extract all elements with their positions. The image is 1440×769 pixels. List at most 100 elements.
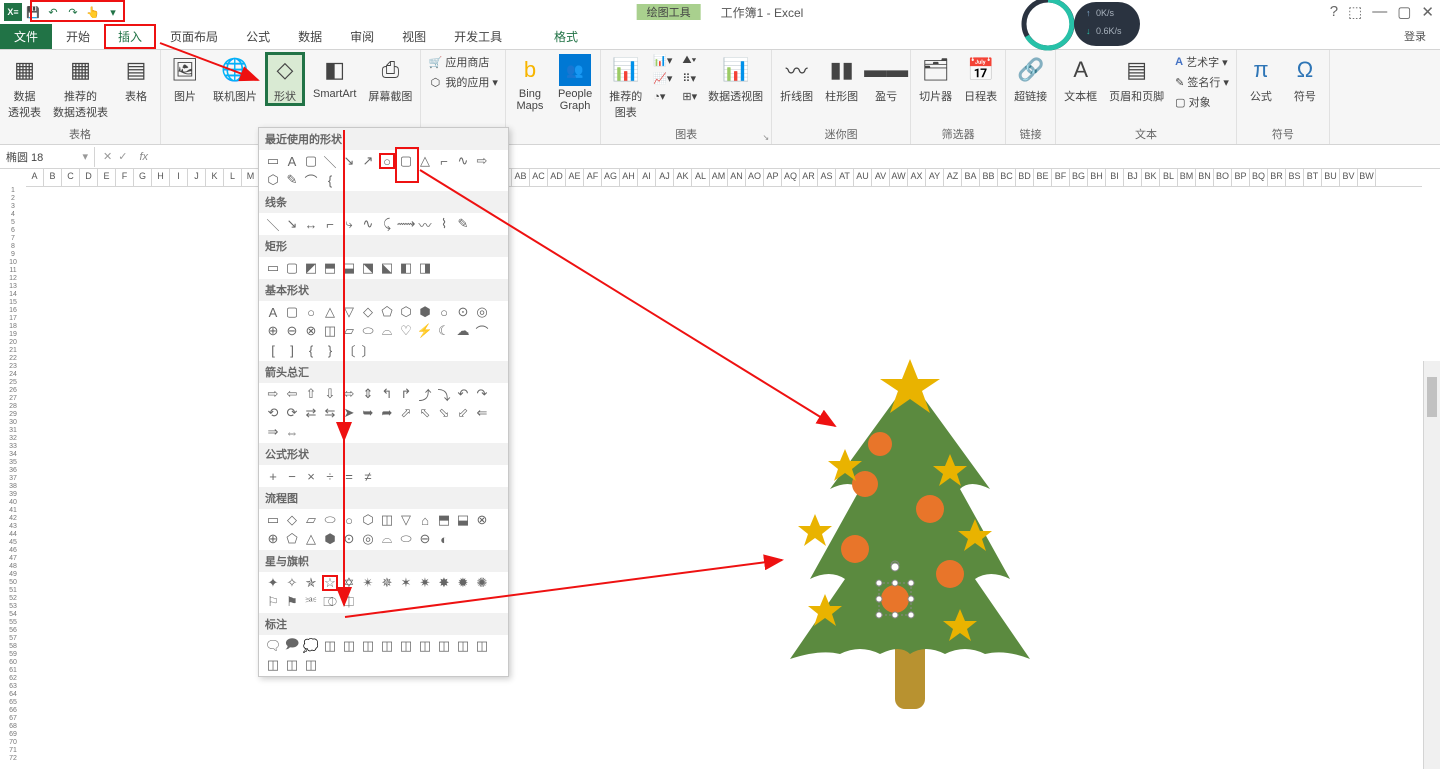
pivottable-button[interactable]: ▦数据 透视表 [4, 52, 45, 122]
sparkline-line-button[interactable]: 〰折线图 [776, 52, 817, 106]
picture-button[interactable]: 🖼图片 [165, 52, 205, 106]
wordart-button[interactable]: A艺术字▾ [1172, 52, 1232, 72]
shape-oval[interactable]: ○ [379, 153, 395, 169]
worksheet-area[interactable]: ABCDEFGHIJKLMNOPQRSTUVWXYZAAABACADAEAFAG… [0, 169, 1440, 769]
tab-developer[interactable]: 开发工具 [440, 24, 516, 49]
tree-ornament[interactable] [852, 471, 878, 497]
shape-textbox[interactable]: A [284, 153, 300, 169]
minimize-icon[interactable]: — [1372, 3, 1387, 21]
group-tables: ▦数据 透视表 ▦推荐的 数据透视表 ▤表格 表格 [0, 50, 161, 144]
tab-format[interactable]: 格式 [540, 24, 592, 49]
name-box[interactable]: 椭圆 18▾ [0, 147, 95, 167]
tab-review[interactable]: 审阅 [336, 24, 388, 49]
help-icon[interactable]: ? [1330, 3, 1338, 21]
signature-button[interactable]: ✎签名行▾ [1172, 72, 1232, 92]
formula-bar: 椭圆 18▾ ✕ ✓ fx [0, 145, 1440, 169]
column-headers[interactable]: ABCDEFGHIJKLMNOPQRSTUVWXYZAAABACADAEAFAG… [26, 169, 1422, 187]
redo-icon[interactable]: ↷ [64, 3, 82, 21]
login-link[interactable]: 登录 [1400, 24, 1430, 48]
row-headers[interactable]: 1234567891011121314151617181920212223242… [0, 187, 26, 763]
screenshot-button[interactable]: ⎙屏幕截图 [364, 52, 416, 106]
chart-pie-icon[interactable]: ◔▾ [650, 88, 675, 105]
quick-access-toolbar: X≡ 💾 ↶ ↷ 👆 ▾ [4, 3, 122, 21]
fx-icon[interactable]: fx [135, 151, 152, 163]
svg-text:↑: ↑ [1086, 8, 1091, 18]
online-picture-button[interactable]: 🌐联机图片 [209, 52, 261, 106]
pivot-chart-button[interactable]: 📊数据透视图 [704, 52, 767, 106]
shape-curve[interactable]: ∿ [455, 153, 471, 169]
save-icon[interactable]: 💾 [24, 3, 42, 21]
shape-roundrect[interactable]: ▢ [303, 153, 319, 169]
shapes-button[interactable]: ◇形状 [265, 52, 305, 106]
group-sparklines: 〰折线图 ▮▮柱形图 ▬▬盈亏 迷你图 [772, 50, 911, 144]
people-graph-button[interactable]: 👥People Graph [554, 52, 596, 114]
shape-rect[interactable]: ▭ [265, 153, 281, 169]
header-footer-button[interactable]: ▤页眉和页脚 [1105, 52, 1168, 106]
excel-icon: X≡ [4, 3, 22, 21]
svg-text:0.6K/s: 0.6K/s [1096, 26, 1122, 36]
hyperlink-button[interactable]: 🔗超链接 [1010, 52, 1051, 106]
group-text: A文本框 ▤页眉和页脚 A艺术字▾ ✎签名行▾ ▢对象 文本 [1056, 50, 1237, 144]
table-button[interactable]: ▤表格 [116, 52, 156, 106]
ribbon-collapse-icon[interactable]: ⬚ [1348, 3, 1362, 21]
qat-dropdown-icon[interactable]: ▾ [104, 3, 122, 21]
tree-ornament[interactable] [916, 495, 944, 523]
svg-text:↓: ↓ [1086, 26, 1091, 36]
shape-star5[interactable]: ☆ [322, 575, 338, 591]
bing-maps-button[interactable]: bBing Maps [510, 52, 550, 114]
shape-bracket[interactable]: { [322, 172, 338, 188]
tree-ornament[interactable] [936, 560, 964, 588]
shape-arrow[interactable]: ↘ [341, 153, 357, 169]
shape-line2[interactable]: ↗ [360, 153, 376, 169]
undo-icon[interactable]: ↶ [44, 3, 62, 21]
close-icon[interactable]: ✕ [1421, 3, 1434, 21]
symbol-button[interactable]: Ω符号 [1285, 52, 1325, 106]
chart-bar-icon[interactable]: 📊▾ [650, 52, 675, 69]
rec-pivot-button[interactable]: ▦推荐的 数据透视表 [49, 52, 112, 122]
tree-ornament[interactable] [841, 535, 869, 563]
sparkline-winloss-button[interactable]: ▬▬盈亏 [866, 52, 906, 106]
rec-charts-button[interactable]: 📊推荐的 图表 [605, 52, 646, 122]
equation-button[interactable]: π公式 [1241, 52, 1281, 106]
vertical-scrollbar[interactable] [1423, 361, 1440, 769]
shape-line[interactable]: ＼ [322, 153, 338, 169]
chart-combo-icon[interactable]: ⊞▾ [679, 88, 700, 105]
tree-ornament[interactable] [868, 432, 892, 456]
tab-insert[interactable]: 插入 [104, 24, 156, 49]
christmas-tree-drawing[interactable] [770, 359, 1050, 719]
network-speed-widget: 91 % ↑0K/s ↓0.6K/s [1020, 0, 1140, 51]
svg-text:0K/s: 0K/s [1096, 8, 1115, 18]
tab-home[interactable]: 开始 [52, 24, 104, 49]
sparkline-column-button[interactable]: ▮▮柱形图 [821, 52, 862, 106]
shape-freeform[interactable]: ✎ [284, 172, 300, 188]
smartart-button[interactable]: ◧SmartArt [309, 52, 360, 102]
accept-formula-icon[interactable]: ✓ [118, 150, 127, 163]
shape-rightarrow[interactable]: ⇨ [474, 153, 490, 169]
cancel-formula-icon[interactable]: ✕ [103, 150, 112, 163]
charts-dialog-launcher[interactable]: ↘ [762, 133, 769, 142]
window-title: 工作簿1 - Excel [721, 4, 804, 21]
tab-file[interactable]: 文件 [0, 24, 52, 49]
chart-line-icon[interactable]: 📈▾ [650, 70, 675, 87]
tab-layout[interactable]: 页面布局 [156, 24, 232, 49]
shape-hexagon[interactable]: ⬡ [265, 172, 281, 188]
touch-mode-icon[interactable]: 👆 [84, 3, 102, 21]
shape-connector[interactable]: ⌐ [436, 153, 452, 169]
chart-area-icon[interactable]: ⛰▾ [679, 52, 700, 69]
tab-formulas[interactable]: 公式 [232, 24, 284, 49]
shape-roundrect2[interactable]: ▢ [398, 153, 414, 169]
tab-view[interactable]: 视图 [388, 24, 440, 49]
chart-scatter-icon[interactable]: ⠿▾ [679, 70, 700, 87]
maximize-icon[interactable]: ▢ [1397, 3, 1411, 21]
object-button[interactable]: ▢对象 [1172, 92, 1232, 112]
my-apps-button[interactable]: ⬡我的应用▾ [425, 72, 501, 92]
slicer-button[interactable]: 🗂切片器 [915, 52, 956, 106]
timeline-button[interactable]: 📅日程表 [960, 52, 1001, 106]
shape-triangle[interactable]: △ [417, 153, 433, 169]
app-store-button[interactable]: 🛒应用商店 [425, 52, 501, 72]
textbox-button[interactable]: A文本框 [1060, 52, 1101, 106]
group-symbols: π公式 Ω符号 符号 [1237, 50, 1330, 144]
shape-arc[interactable]: ⌒ [303, 172, 319, 188]
contextual-tab-header: 绘图工具 [637, 4, 701, 20]
tab-data[interactable]: 数据 [284, 24, 336, 49]
